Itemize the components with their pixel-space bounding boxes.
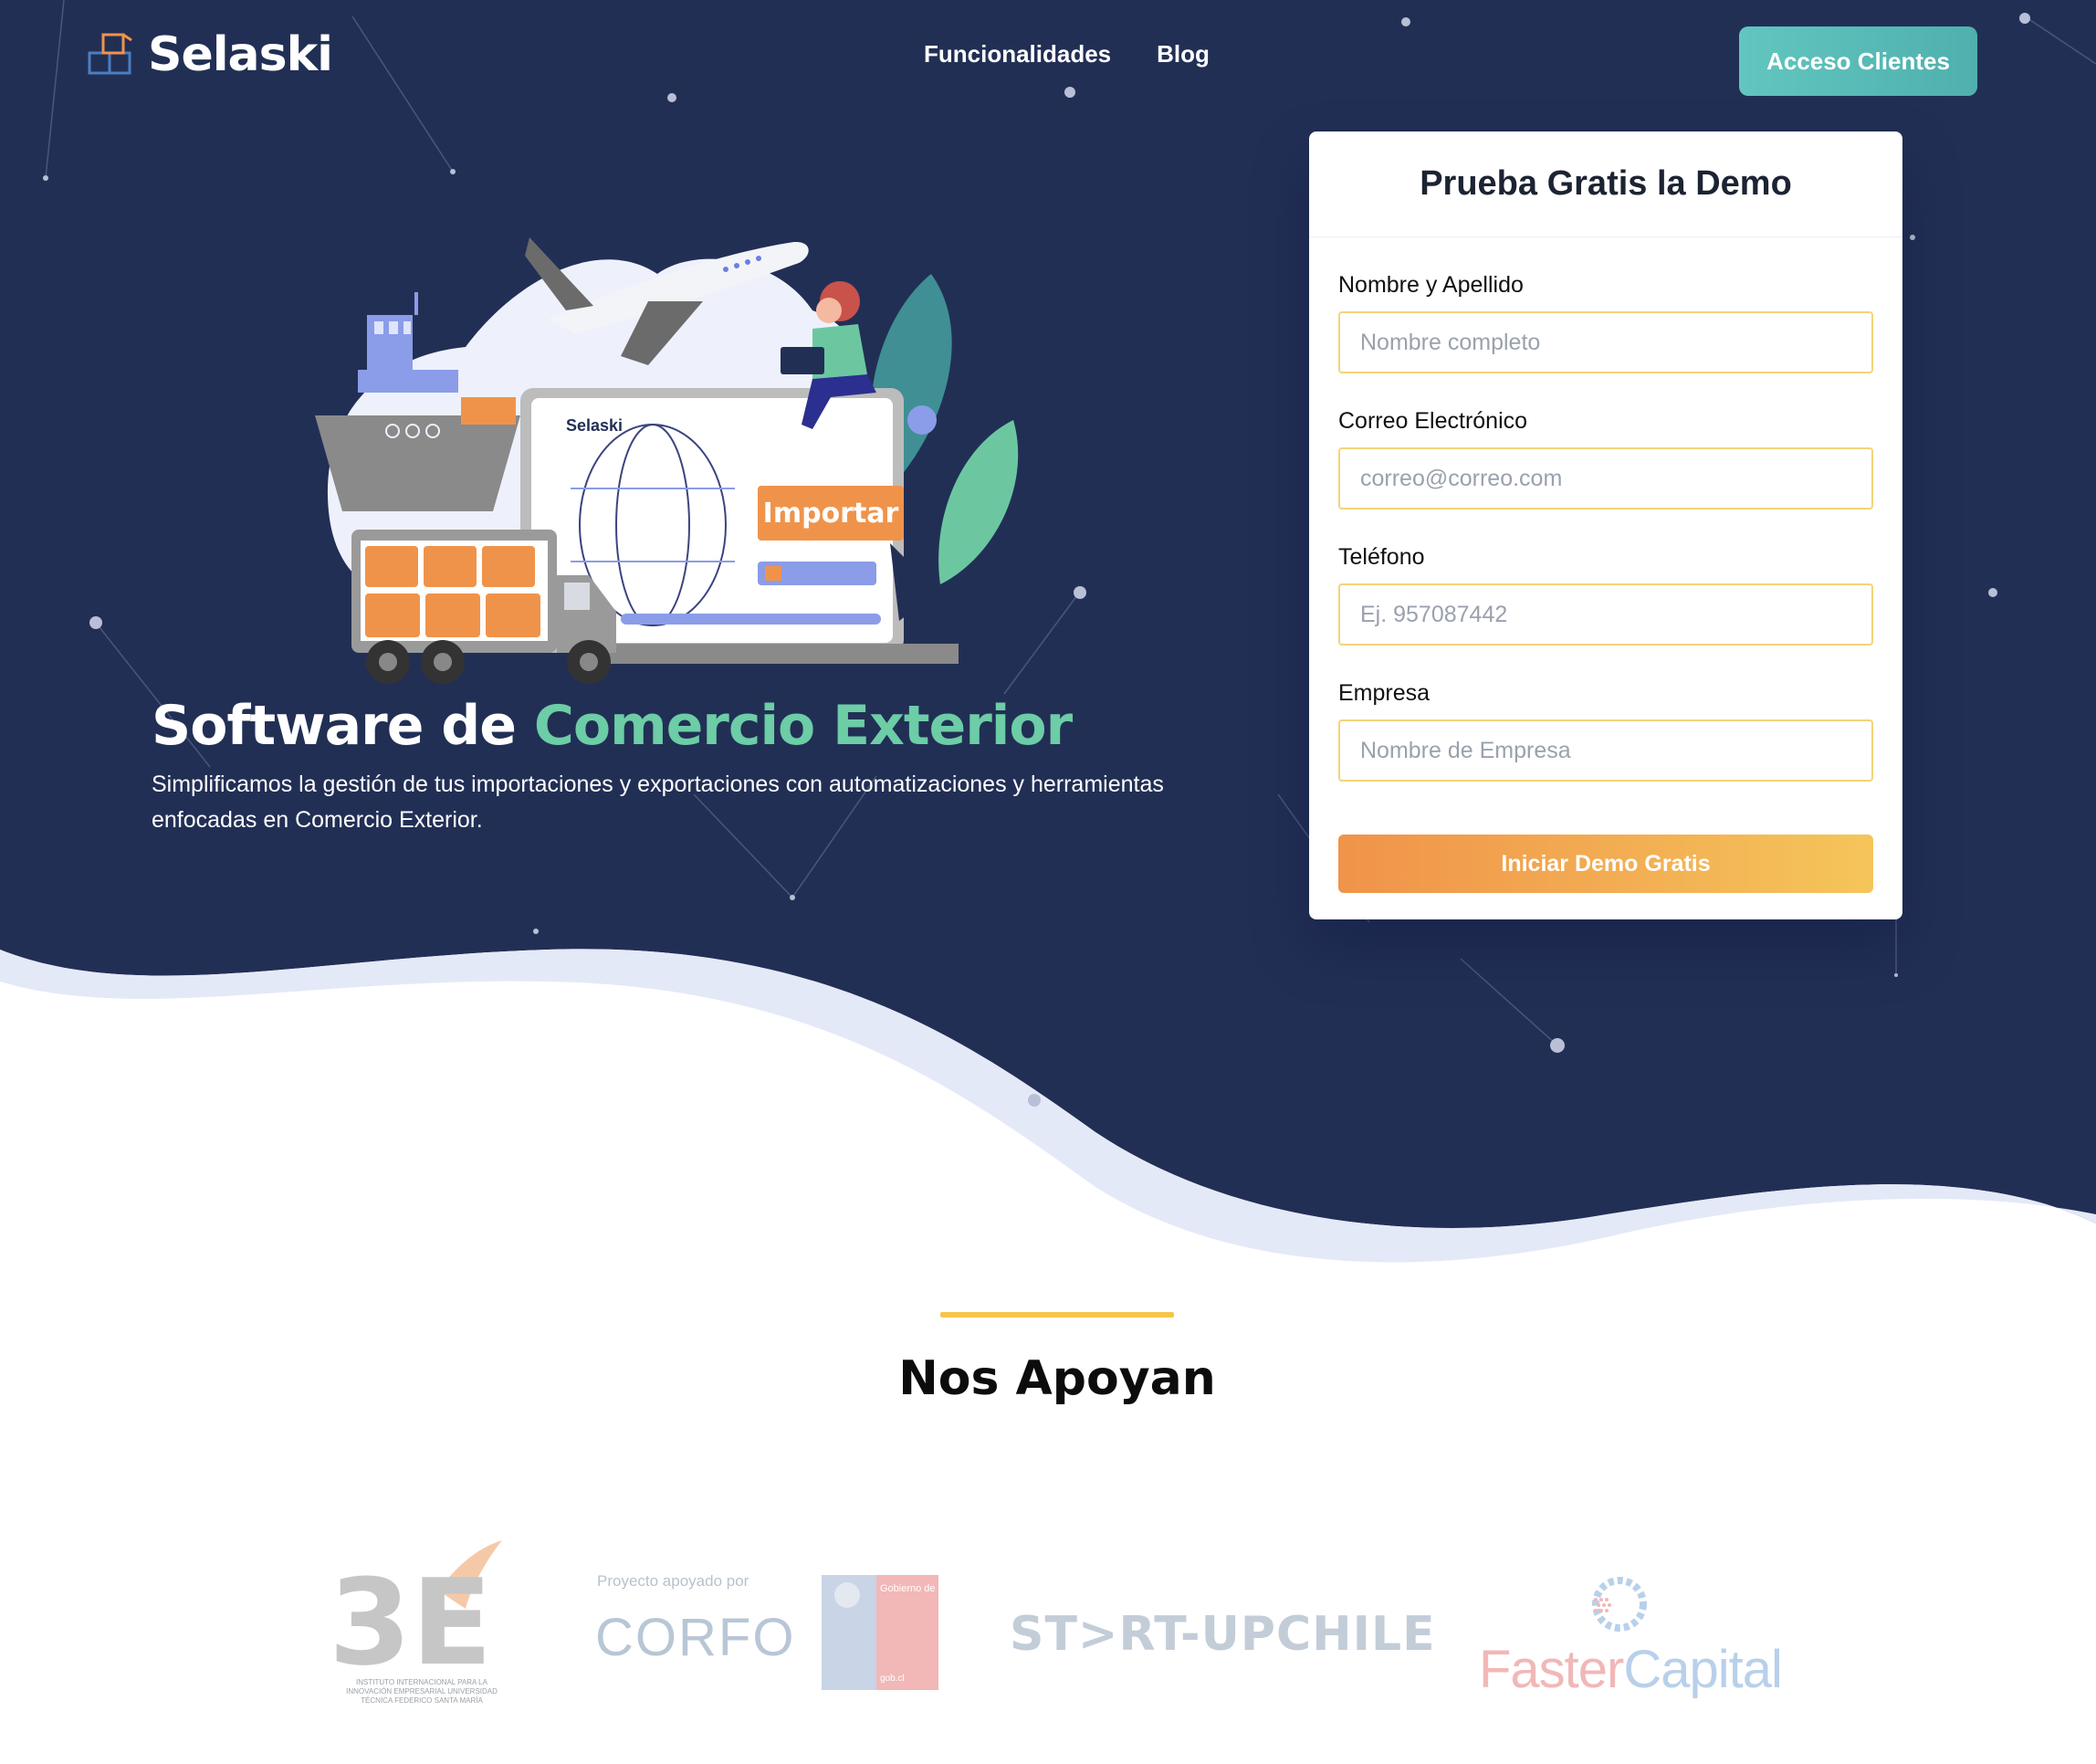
supporters-title: Nos Apoyan (898, 1351, 1216, 1406)
section-divider (940, 1312, 1174, 1318)
gear-icon (1592, 1577, 1647, 1632)
nav-links: Funcionalidades Blog (924, 40, 1210, 68)
client-access-button[interactable]: Acceso Clientes (1739, 26, 1977, 96)
hero-illustration: Selaski Importar (315, 237, 1019, 684)
nav-link-blog[interactable]: Blog (1157, 40, 1210, 68)
screen-brand: Selaski (566, 416, 623, 435)
name-field[interactable] (1338, 311, 1873, 373)
email-field[interactable] (1338, 447, 1873, 509)
logo-3e-caption: INSTITUTO INTERNACIONAL PARA LA INNOVACI… (346, 1678, 498, 1705)
landing-page: Selaski Funcionalidades Blog Acceso Clie… (0, 0, 2096, 1764)
demo-form-header: Prueba Gratis la Demo (1309, 131, 1902, 237)
hero-title-main: Software de (152, 694, 534, 758)
corfo-supported-label: Proyecto apoyado por (597, 1572, 749, 1590)
gobierno-label: Gobierno de Chile (880, 1583, 961, 1594)
gobierno-url: gob.cl (880, 1674, 905, 1684)
email-label: Correo Electrónico (1338, 408, 1528, 434)
demo-form-card: Prueba Gratis la Demo Nombre y Apellido … (1309, 131, 1902, 919)
hero-title-accent: Comercio Exterior (533, 694, 1073, 758)
logo-3e: 3E (329, 1540, 502, 1682)
hero-subtitle: Simplificamos la gestión de tus importac… (152, 772, 1164, 833)
import-button-label: Importar (763, 498, 899, 530)
phone-field[interactable] (1338, 583, 1873, 646)
brand-name: Selaski (148, 27, 333, 82)
demo-form: Nombre y Apellido Correo Electrónico Tel… (1309, 272, 1902, 893)
start-demo-button[interactable]: Iniciar Demo Gratis (1338, 835, 1873, 893)
leaf-light-icon (938, 420, 1019, 584)
company-field[interactable] (1338, 719, 1873, 782)
nav-link-funcionalidades[interactable]: Funcionalidades (924, 40, 1111, 68)
logo-startup-chile: ST>RT-UPCHILE (1010, 1607, 1436, 1662)
name-label: Nombre y Apellido (1338, 272, 1524, 298)
top-nav: Selaski Funcionalidades Blog Acceso Clie… (0, 0, 2096, 119)
logo-3e-mark: 3E (329, 1553, 492, 1682)
boxes-logo-icon (88, 33, 132, 75)
logo-corfo: CORFO (595, 1608, 796, 1667)
faster-word: Faster (1479, 1640, 1624, 1699)
phone-label: Teléfono (1338, 544, 1425, 570)
brand-logo[interactable]: Selaski (88, 27, 333, 82)
company-label: Empresa (1338, 680, 1431, 706)
demo-form-title: Prueba Gratis la Demo (1420, 164, 1792, 203)
capital-word: Capital (1623, 1640, 1783, 1699)
logo-faster-capital: FasterCapital (1479, 1639, 1783, 1700)
hero-title: Software de Comercio Exterior (152, 694, 1073, 758)
